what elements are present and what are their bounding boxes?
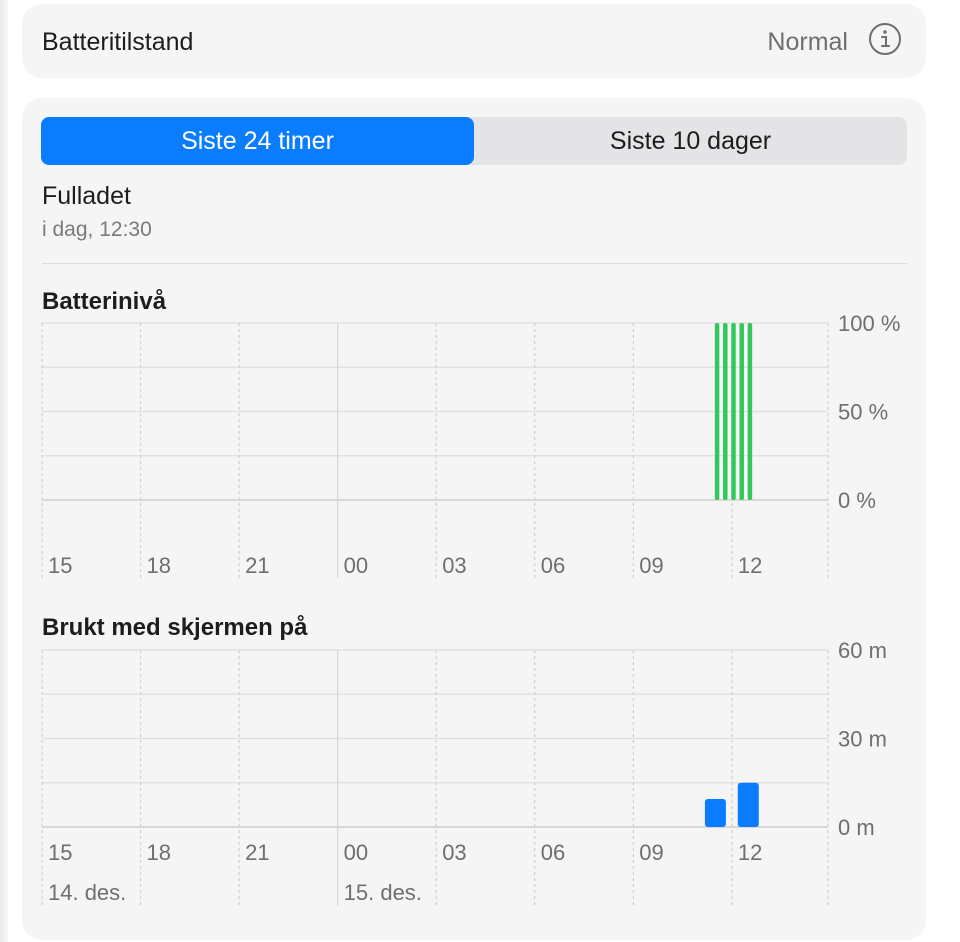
x-tick-label: 09	[639, 840, 663, 865]
date-label: 15. des.	[344, 880, 422, 905]
screen-on-bar	[737, 782, 759, 827]
x-tick-label: 15	[48, 840, 72, 865]
y-tick-label: 60 m	[838, 638, 887, 663]
x-tick-label: 18	[147, 840, 171, 865]
x-tick-label: 12	[738, 840, 762, 865]
screen-on-bar	[704, 798, 726, 827]
x-tick-label: 03	[442, 840, 466, 865]
x-tick-label: 06	[541, 840, 565, 865]
y-tick-label: 0 m	[838, 815, 875, 840]
x-tick-label: 21	[245, 840, 269, 865]
y-tick-label: 30 m	[838, 727, 887, 752]
date-label: 14. des.	[48, 880, 126, 905]
screen-on-chart: 15 18 21 00 03 06 09 12 60 m 30 m 0 m 14. des. 15. d…	[41, 638, 887, 906]
x-tick-label: 00	[344, 840, 368, 865]
